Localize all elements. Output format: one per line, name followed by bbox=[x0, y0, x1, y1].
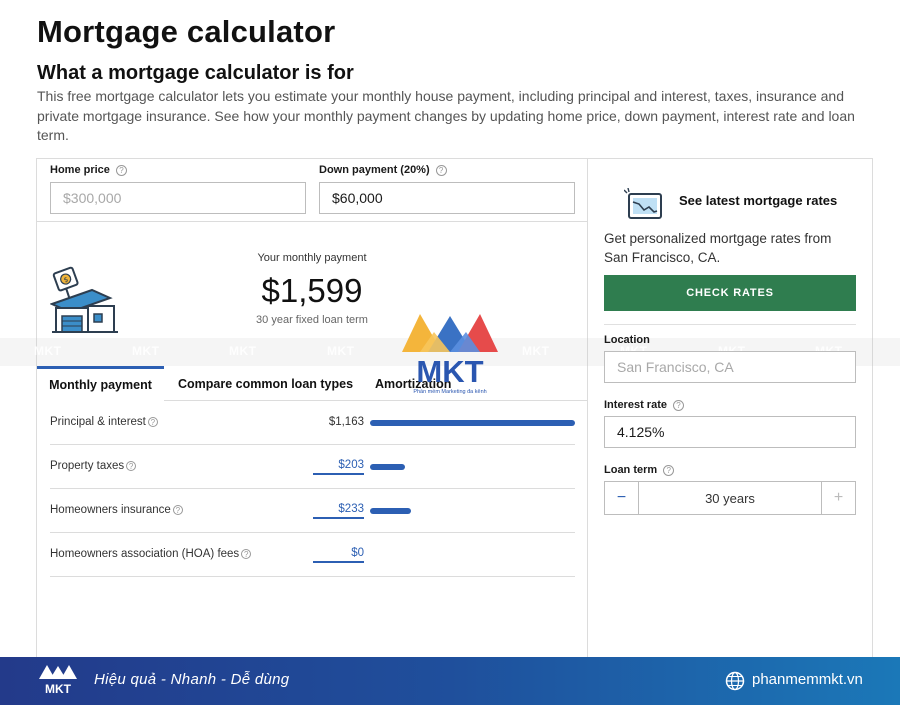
monthly-payment-label: Your monthly payment bbox=[257, 252, 367, 264]
footer-website[interactable]: phanmemmkt.vn bbox=[752, 671, 863, 688]
help-icon[interactable]: ? bbox=[126, 461, 137, 471]
calculator-tabs: Monthly payment Compare common loan type… bbox=[37, 366, 587, 401]
footer-logo-text: MKT bbox=[45, 682, 72, 696]
help-icon[interactable]: ? bbox=[147, 417, 158, 427]
interest-rate-input[interactable]: 4.125% bbox=[604, 416, 856, 448]
location-label: Location bbox=[604, 334, 650, 346]
row-label: Homeowners insurance bbox=[50, 504, 171, 516]
loan-term-label: Loan term ? bbox=[604, 464, 675, 476]
breakdown-row: Homeowners association (HOA) fees ? $0 bbox=[50, 533, 575, 577]
help-icon[interactable]: ? bbox=[172, 505, 183, 515]
check-rates-button[interactable]: CHECK RATES bbox=[604, 275, 856, 311]
decrement-button[interactable]: − bbox=[605, 482, 639, 514]
breakdown-row: Homeowners insurance ? $233 bbox=[50, 489, 575, 533]
increment-button[interactable]: + bbox=[821, 482, 855, 514]
monthly-payment-amount: $1,599 bbox=[261, 272, 363, 309]
rates-chart-icon bbox=[624, 188, 662, 219]
help-icon[interactable]: ? bbox=[435, 164, 447, 176]
loan-term-value: 30 years bbox=[705, 490, 755, 506]
footer-banner: MKT Hiệu quả - Nhanh - Dễ dùng phanmemmk… bbox=[0, 657, 900, 705]
row-label: Homeowners association (HOA) fees bbox=[50, 548, 240, 560]
section-divider bbox=[37, 221, 587, 222]
row-label: Property taxes bbox=[50, 460, 125, 472]
homeowners-insurance-input[interactable]: $233 bbox=[313, 503, 364, 519]
row-value: $1,163 bbox=[328, 416, 364, 428]
page-title: Mortgage calculator bbox=[37, 14, 336, 49]
row-label: Principal & interest bbox=[50, 416, 146, 428]
interest-rate-label: Interest rate ? bbox=[604, 399, 684, 411]
rates-description: Get personalized mortgage rates from San… bbox=[604, 231, 832, 265]
globe-icon bbox=[725, 671, 745, 691]
house-dollar-icon: $ bbox=[50, 266, 118, 333]
rates-title: See latest mortgage rates bbox=[679, 193, 838, 208]
tab-compare-loan-types[interactable]: Compare common loan types bbox=[178, 366, 353, 401]
panel-divider bbox=[587, 158, 588, 658]
down-payment-input[interactable]: $60,000 bbox=[319, 182, 575, 214]
payment-bar bbox=[370, 464, 405, 470]
intro-paragraph: This free mortgage calculator lets you e… bbox=[37, 88, 855, 143]
home-price-input[interactable]: $300,000 bbox=[50, 182, 306, 214]
location-input[interactable]: San Francisco, CA bbox=[604, 351, 856, 383]
breakdown-row: Principal & interest ? $1,163 bbox=[50, 401, 575, 445]
loan-term-note: 30 year fixed loan term bbox=[256, 314, 368, 326]
down-payment-label: Down payment (20%) ? bbox=[319, 164, 447, 176]
help-icon[interactable]: ? bbox=[115, 164, 127, 176]
section-heading: What a mortgage calculator is for bbox=[37, 62, 354, 84]
watermark-text: MKT bbox=[327, 344, 355, 358]
footer-tagline: Hiệu quả - Nhanh - Dễ dùng bbox=[94, 671, 290, 688]
watermark-text: MKT bbox=[522, 344, 550, 358]
tab-monthly-payment[interactable]: Monthly payment bbox=[37, 366, 164, 401]
watermark-text: MKT bbox=[132, 344, 160, 358]
panel-separator bbox=[604, 324, 856, 325]
logo-tagline: Phần mềm Marketing đa kênh bbox=[413, 389, 486, 395]
watermark-text: MKT bbox=[34, 344, 62, 358]
property-taxes-input[interactable]: $203 bbox=[313, 459, 364, 475]
hoa-fees-input[interactable]: $0 bbox=[313, 547, 364, 563]
mkt-logo-icon: MKT bbox=[39, 665, 77, 696]
payment-bar bbox=[370, 420, 575, 426]
watermark-text: MKT bbox=[229, 344, 257, 358]
help-icon[interactable]: ? bbox=[663, 464, 675, 476]
home-price-label: Home price ? bbox=[50, 164, 127, 176]
loan-term-stepper: − 30 years + bbox=[604, 481, 856, 515]
payment-bar bbox=[370, 508, 411, 514]
logo-brand: MKT bbox=[416, 354, 483, 389]
help-icon[interactable]: ? bbox=[241, 549, 252, 559]
breakdown-row: Property taxes ? $203 bbox=[50, 445, 575, 489]
help-icon[interactable]: ? bbox=[672, 399, 684, 411]
mkt-logo-icon: MKT Phần mềm Marketing đa kênh bbox=[402, 314, 498, 395]
